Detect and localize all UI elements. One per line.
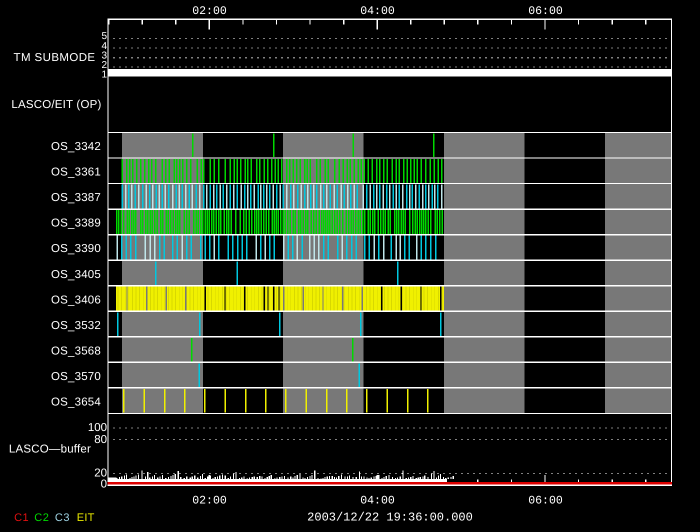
svg-text:OS_3532: OS_3532 [51,320,101,332]
svg-text:06:00: 06:00 [528,495,563,508]
svg-text:C2: C2 [34,512,49,524]
svg-text:LASCO/EIT (OP): LASCO/EIT (OP) [11,99,101,111]
svg-text:80: 80 [94,434,107,446]
svg-text:OS_3568: OS_3568 [51,345,101,357]
svg-text:C1: C1 [14,512,29,524]
svg-text:OS_3361: OS_3361 [51,167,101,179]
svg-text:OS_3342: OS_3342 [51,141,101,153]
svg-text:0: 0 [101,479,107,491]
svg-text:06:00: 06:00 [528,5,563,18]
svg-text:TM SUBMODE: TM SUBMODE [14,52,96,64]
svg-text:04:00: 04:00 [360,5,395,18]
svg-text:C3: C3 [55,512,70,524]
svg-text:EIT: EIT [77,512,95,524]
svg-text:02:00: 02:00 [192,495,227,508]
svg-text:1: 1 [101,70,107,81]
svg-text:OS_3570: OS_3570 [51,371,101,383]
svg-text:OS_3389: OS_3389 [51,218,101,230]
svg-text:OS_3654: OS_3654 [51,397,101,409]
svg-text:2003/12/22 19:36:00.000: 2003/12/22 19:36:00.000 [307,511,473,525]
svg-text:100: 100 [88,422,107,434]
svg-text:02:00: 02:00 [192,5,227,18]
svg-text:04:00: 04:00 [360,495,395,508]
svg-text:LASCO—buffer: LASCO—buffer [9,444,91,456]
svg-text:OS_3405: OS_3405 [51,269,101,281]
svg-text:OS_3406: OS_3406 [51,294,101,306]
svg-text:OS_3390: OS_3390 [51,243,101,255]
svg-text:OS_3387: OS_3387 [51,192,101,204]
